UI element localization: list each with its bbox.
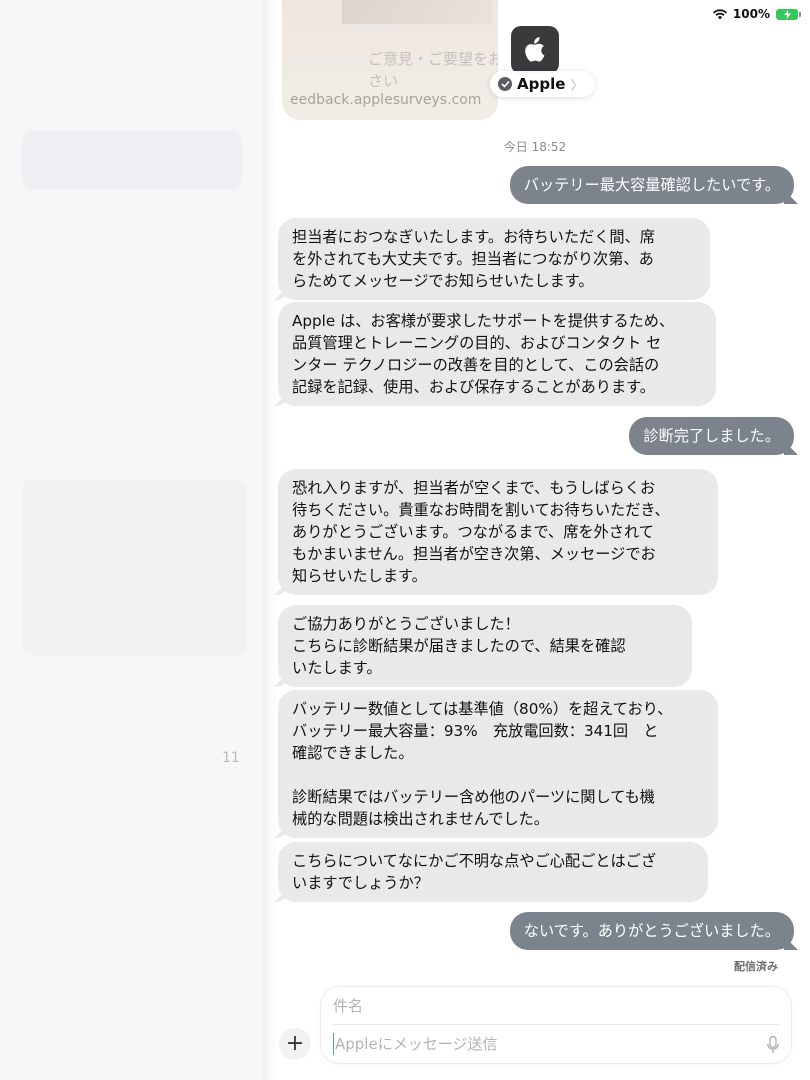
- apple-logo-icon: [525, 37, 545, 62]
- wifi-icon: [712, 8, 727, 19]
- contact-name-button[interactable]: Apple 〉: [490, 71, 596, 97]
- verified-badge-icon: [498, 77, 512, 91]
- status-bar: 100%: [712, 6, 801, 22]
- sidebar-placeholder: [22, 130, 242, 190]
- preview-url: eedback.applesurveys.com: [290, 92, 482, 108]
- message-bubble-incoming[interactable]: ご協力ありがとうございました！ こちらに診断結果が届きましたので、結果を確認 い…: [278, 605, 692, 687]
- conversation-sidebar: 11: [0, 0, 262, 1080]
- delivery-status: 配信済み: [734, 960, 778, 973]
- subject-input[interactable]: [333, 995, 753, 1017]
- split-divider: [262, 0, 276, 1080]
- message-bubble-incoming[interactable]: こちらについてなにかご不明な点やご心配ごとはござ いますでしょうか？: [278, 842, 708, 902]
- contact-name: Apple: [517, 75, 566, 93]
- thread-timestamp: 今日 18:52: [503, 140, 567, 154]
- battery-charging-icon: [776, 8, 801, 20]
- preview-image: [342, 0, 492, 24]
- sidebar-faint-text: 11: [222, 750, 240, 766]
- message-bubble-incoming[interactable]: 担当者におつなぎいたします。お待ちいただく間、席 を外されても大丈夫です。担当者…: [278, 218, 710, 300]
- battery-percentage: 100%: [732, 7, 770, 21]
- link-preview-card[interactable]: ご意見・ご要望をお さい eedback.applesurveys.com: [282, 0, 498, 120]
- message-bubble-incoming[interactable]: 恐れ入りますが、担当者が空くまで、もうしばらくお 待ちください。貴重なお時間を割…: [278, 469, 718, 595]
- message-bubble-outgoing[interactable]: 診断完了しました。: [629, 417, 794, 455]
- message-bubble-incoming[interactable]: Apple は、お客様が要求したサポートを提供するため、 品質管理とトレーニング…: [278, 302, 716, 406]
- sidebar-placeholder: [22, 480, 247, 655]
- message-input[interactable]: [333, 1033, 755, 1055]
- message-bubble-incoming[interactable]: バッテリー数値としては基準値（80%）を超えており、 バッテリー最大容量：93%…: [278, 690, 718, 838]
- plus-icon: +: [285, 1031, 305, 1056]
- message-bubble-outgoing[interactable]: バッテリー最大容量確認したいです。: [509, 166, 794, 204]
- composer-separator: [333, 1024, 779, 1025]
- add-attachment-button[interactable]: +: [279, 1028, 311, 1060]
- message-bubble-outgoing[interactable]: ないです。ありがとうございました。: [509, 912, 794, 950]
- chevron-right-icon: 〉: [570, 78, 584, 94]
- microphone-icon[interactable]: [765, 1035, 781, 1055]
- preview-title-line1: ご意見・ご要望をお: [368, 50, 498, 68]
- preview-title-line2: さい: [368, 72, 399, 90]
- message-composer: [320, 986, 792, 1064]
- contact-avatar[interactable]: [511, 26, 559, 74]
